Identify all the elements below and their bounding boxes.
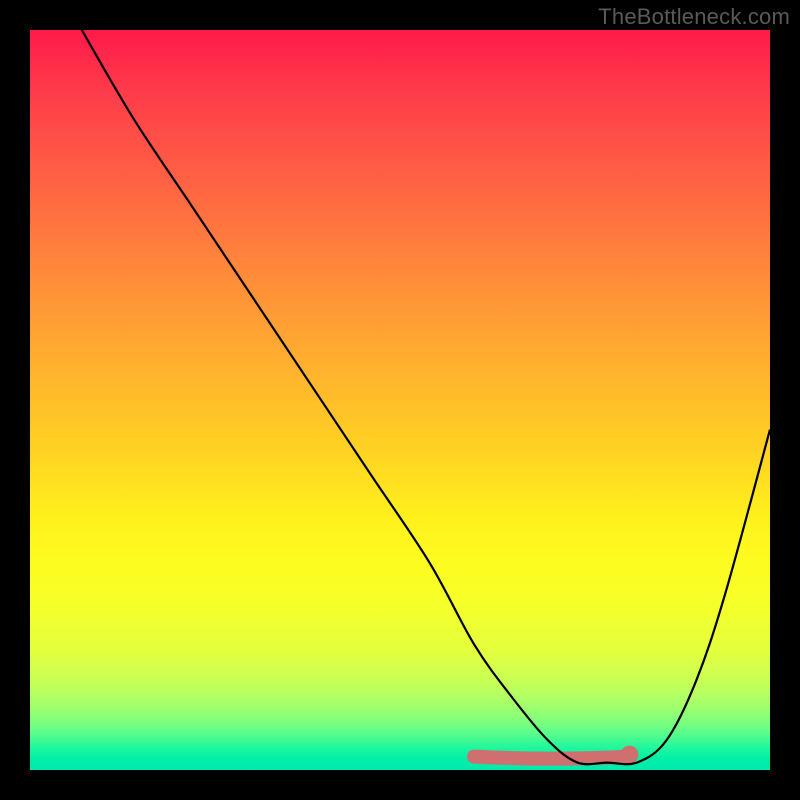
- bottleneck-curve: [82, 30, 770, 764]
- curve-svg: [30, 30, 770, 770]
- plot-area: [30, 30, 770, 770]
- attribution-text: TheBottleneck.com: [598, 4, 790, 30]
- minimum-highlight: [474, 757, 629, 759]
- chart-container: TheBottleneck.com: [0, 0, 800, 800]
- minimum-marker: [620, 746, 638, 764]
